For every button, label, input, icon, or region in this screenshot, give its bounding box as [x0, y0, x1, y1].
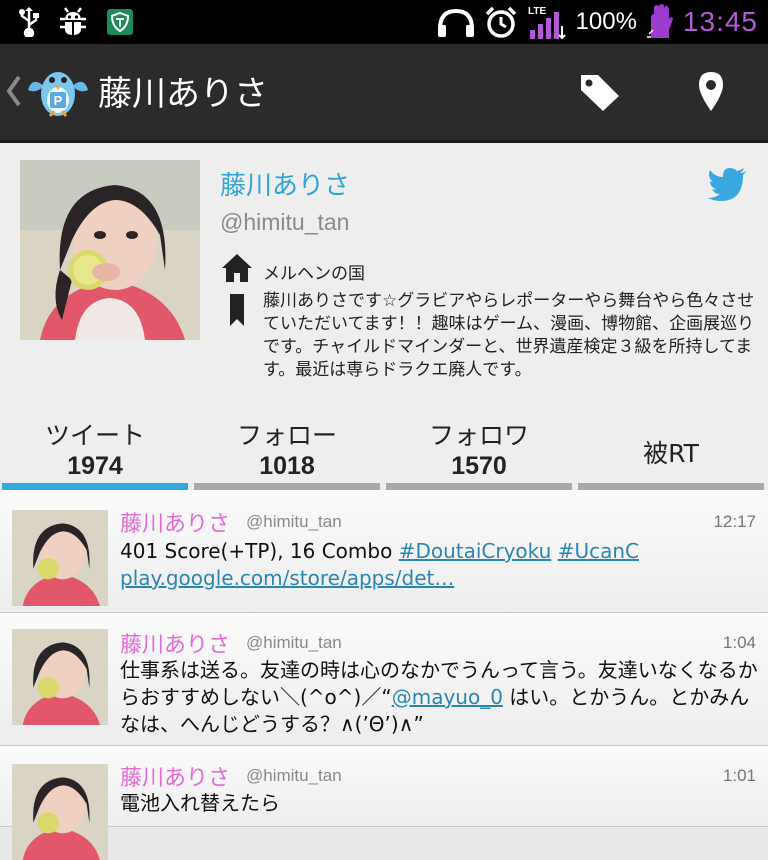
tweet-item[interactable]: 藤川ありさ @himitu_tan 1:04 仕事系は送る。友達の時は心のなかで…	[0, 613, 768, 746]
svg-text:P: P	[54, 93, 63, 108]
tweet-author-handle: @himitu_tan	[246, 512, 342, 531]
profile-bio: 藤川ありさです☆グラビアやらレポーターやら舞台やら色々させていただいてます！！趣…	[263, 291, 755, 380]
tweet-avatar[interactable]	[12, 764, 108, 860]
tweet-author-handle: @himitu_tan	[246, 766, 342, 785]
tweet-author-name: 藤川ありさ	[120, 766, 231, 791]
headphones-icon	[437, 8, 474, 37]
tab-tweets[interactable]: ツイート 1974	[0, 408, 190, 490]
url-link[interactable]: play.google.com/store/apps/det…	[120, 566, 454, 590]
tab-followers[interactable]: フォロワ 1570	[384, 408, 574, 490]
tweet-text: 仕事系は送る。友達の時は心のなかでうんって言う。友達いなくなるからおすすめしない…	[120, 657, 760, 738]
mention-link[interactable]: @mayuo_0	[392, 685, 503, 709]
tweet-author-name: 藤川ありさ	[120, 512, 231, 537]
twitter-bird-icon[interactable]	[708, 167, 748, 201]
alarm-icon	[485, 6, 516, 38]
tweet-avatar[interactable]	[12, 510, 108, 606]
hashtag-link[interactable]: #DoutaiCryoku	[399, 539, 552, 563]
hashtag-link[interactable]: #UcanC	[558, 539, 639, 563]
tab-following[interactable]: フォロー 1018	[192, 408, 382, 490]
tweet-time: 12:17	[713, 512, 756, 531]
tweet-item[interactable]: 藤川ありさ @himitu_tan 12:17 401 Score(+TP), …	[0, 490, 768, 613]
tag-icon[interactable]	[578, 72, 622, 112]
tab-label: ツイート	[44, 421, 145, 450]
tweet-text: 電池入れ替えたら	[120, 791, 280, 815]
tab-indicator	[578, 483, 764, 490]
bio-bookmark-icon	[230, 294, 244, 326]
clock-time: 13:45	[682, 6, 758, 37]
status-right-icons: LTE 100% 13:45	[436, 4, 758, 40]
tweet-time: 1:04	[722, 633, 756, 652]
profile-header: 藤川ありさ @himitu_tan メルヘンの国 藤川ありさです☆グラビアやらレ…	[0, 143, 768, 408]
app-logo-icon[interactable]: P	[26, 64, 90, 120]
action-bar-title: 藤川ありさ	[98, 74, 268, 114]
back-chevron-icon[interactable]	[6, 74, 22, 108]
tweet-author-handle: @himitu_tan	[246, 633, 342, 652]
profile-stat-tabs: ツイート 1974 フォロー 1018 フォロワ 1570 被RT	[0, 408, 768, 490]
status-bar: LTE 100% 13:45	[0, 0, 768, 44]
status-left-icons	[18, 6, 134, 38]
profile-avatar[interactable]	[20, 160, 200, 340]
usb-icon	[19, 7, 39, 37]
lte-signal-icon: LTE	[528, 6, 566, 40]
tab-count: 1570	[451, 452, 507, 480]
action-bar: P 藤川ありさ	[0, 44, 768, 143]
battery-percent: 100%	[575, 8, 637, 35]
bug-icon	[60, 7, 86, 35]
tab-label: フォロー	[236, 421, 337, 450]
tweet-author-name: 藤川ありさ	[120, 633, 231, 658]
app-shield-icon	[107, 9, 133, 35]
profile-location: メルヘンの国	[263, 264, 365, 284]
location-pin-icon[interactable]	[696, 70, 726, 112]
tweet-timeline[interactable]: 藤川ありさ @himitu_tan 12:17 401 Score(+TP), …	[0, 490, 768, 860]
tweet-text: 401 Score(+TP), 16 Combo #DoutaiCryoku #…	[120, 538, 760, 592]
tab-count: 1018	[259, 452, 315, 480]
tweet-text-plain: 401 Score(+TP), 16 Combo	[120, 539, 399, 563]
battery-glove-icon	[646, 4, 673, 38]
tab-indicator	[2, 483, 188, 490]
profile-name: 藤川ありさ	[220, 171, 351, 201]
tab-retweeted[interactable]: 被RT	[576, 408, 766, 490]
profile-handle: @himitu_tan	[220, 209, 350, 235]
tab-indicator	[194, 483, 380, 490]
tab-label: 被RT	[643, 439, 699, 468]
tweet-avatar[interactable]	[12, 629, 108, 725]
tab-indicator	[386, 483, 572, 490]
tab-label: フォロワ	[428, 421, 529, 450]
tweet-time: 1:01	[722, 766, 756, 785]
location-home-icon	[222, 254, 252, 282]
tab-count: 1974	[67, 452, 123, 480]
network-type-label: LTE	[528, 6, 546, 17]
tweet-item[interactable]: 藤川ありさ @himitu_tan 1:01 電池入れ替えたら	[0, 746, 768, 860]
